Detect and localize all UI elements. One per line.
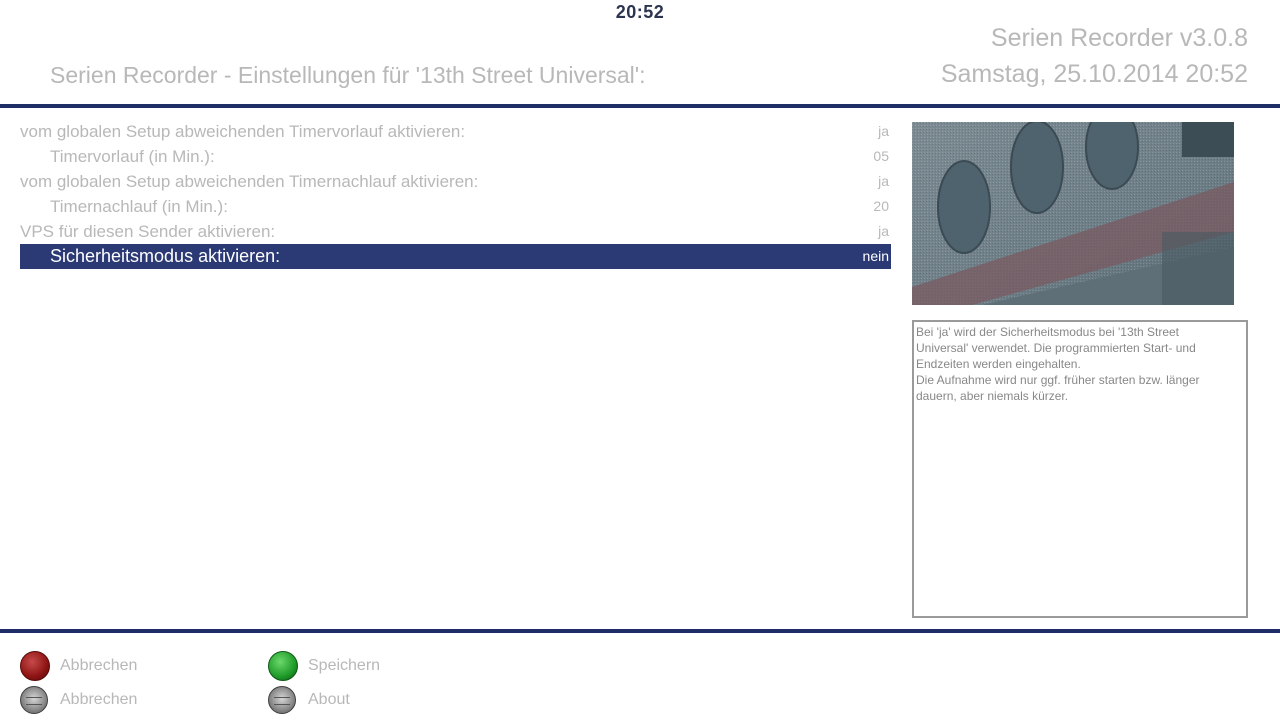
red-button[interactable]: Abbrechen	[20, 651, 220, 681]
setting-row-sicherheitsmodus[interactable]: Sicherheitsmodus aktivieren: nein	[20, 244, 891, 269]
setting-value: 20	[873, 198, 889, 214]
setting-label: vom globalen Setup abweichenden Timernac…	[20, 172, 479, 191]
green-button[interactable]: Speichern	[268, 651, 468, 681]
setting-label: VPS für diesen Sender aktivieren:	[20, 222, 276, 241]
about-button-icon	[268, 686, 296, 714]
description-box: Bei 'ja' wird der Sicherheitsmodus bei '…	[912, 320, 1248, 618]
red-button-label: Abbrechen	[60, 657, 138, 674]
app-version: Serien Recorder v3.0.8	[990, 24, 1248, 52]
setting-value: ja	[878, 223, 889, 239]
current-date: Samstag, 25.10.2014 20:52	[940, 60, 1248, 88]
setting-value: ja	[878, 123, 889, 139]
setting-label: Sicherheitsmodus aktivieren:	[50, 246, 281, 266]
exit-button-icon	[20, 686, 48, 714]
setting-row-timervorlauf-aktiv[interactable]: vom globalen Setup abweichenden Timervor…	[20, 119, 891, 144]
exit-button-label: Abbrechen	[60, 691, 138, 708]
description-text: Bei 'ja' wird der Sicherheitsmodus bei '…	[916, 325, 1200, 403]
clock: 20:52	[615, 2, 665, 22]
header-divider	[0, 104, 1280, 108]
about-button[interactable]: About	[268, 685, 468, 715]
setting-value: ja	[878, 173, 889, 189]
exit-button[interactable]: Abbrechen	[20, 685, 220, 715]
setting-label: Timernachlauf (in Min.):	[50, 197, 228, 216]
setting-value: 05	[873, 148, 889, 164]
red-button-icon	[20, 651, 50, 681]
setting-row-timernachlauf[interactable]: Timernachlauf (in Min.): 20	[20, 194, 891, 219]
green-button-icon	[268, 651, 298, 681]
setting-label: Timervorlauf (in Min.):	[50, 147, 215, 166]
setting-row-vps[interactable]: VPS für diesen Sender aktivieren: ja	[20, 219, 891, 244]
setting-label: vom globalen Setup abweichenden Timervor…	[20, 122, 466, 141]
about-button-label: About	[308, 691, 350, 708]
page-title: Serien Recorder - Einstellungen für '13t…	[50, 62, 646, 88]
settings-list: vom globalen Setup abweichenden Timervor…	[20, 119, 891, 269]
setting-value: nein	[862, 248, 889, 264]
serien-recorder-screen: 20:52 Serien Recorder v3.0.8 Serien Reco…	[0, 0, 1280, 720]
channel-preview-image	[912, 122, 1234, 305]
setting-row-timervorlauf[interactable]: Timervorlauf (in Min.): 05	[20, 144, 891, 169]
green-button-label: Speichern	[308, 657, 381, 674]
setting-row-timernachlauf-aktiv[interactable]: vom globalen Setup abweichenden Timernac…	[20, 169, 891, 194]
footer-divider	[0, 629, 1280, 633]
